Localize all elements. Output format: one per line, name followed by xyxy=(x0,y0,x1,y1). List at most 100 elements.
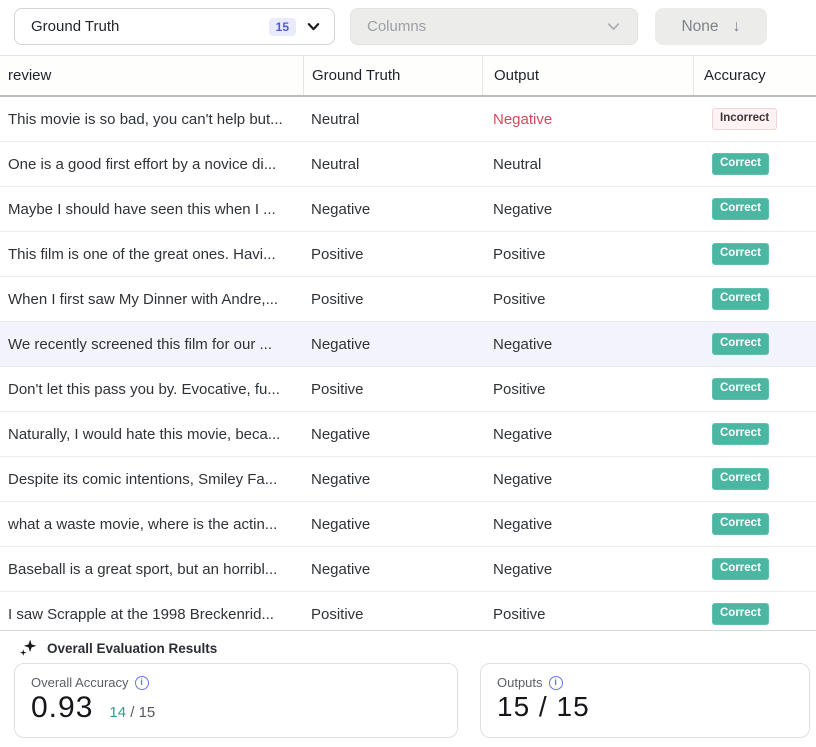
ground-truth-cell: Negative xyxy=(303,201,482,218)
results-table: review Ground Truth Output Accuracy This… xyxy=(0,56,816,630)
review-cell: This movie is so bad, you can't help but… xyxy=(0,111,303,128)
review-cell: Baseball is a great sport, but an horrib… xyxy=(0,561,303,578)
accuracy-cell: Correct xyxy=(693,513,816,535)
accuracy-cell: Correct xyxy=(693,153,816,175)
accuracy-cell: Correct xyxy=(693,243,816,265)
output-cell: Negative xyxy=(482,201,693,218)
sparkles-icon xyxy=(18,638,38,658)
accuracy-badge: Correct xyxy=(712,243,769,265)
chevron-down-icon xyxy=(306,19,321,34)
output-cell: Negative xyxy=(482,336,693,353)
sort-button-label: None xyxy=(681,18,718,36)
review-cell: I saw Scrapple at the 1998 Breckenrid... xyxy=(0,606,303,623)
overall-accuracy-value: 0.93 xyxy=(31,691,93,725)
output-cell: Negative xyxy=(482,516,693,533)
column-header-output[interactable]: Output xyxy=(482,56,693,95)
output-cell: Negative xyxy=(482,471,693,488)
accuracy-cell: Correct xyxy=(693,468,816,490)
review-cell: what a waste movie, where is the actin..… xyxy=(0,516,303,533)
review-cell: Maybe I should have seen this when I ... xyxy=(0,201,303,218)
column-header-ground-truth[interactable]: Ground Truth xyxy=(303,56,482,95)
review-cell: When I first saw My Dinner with Andre,..… xyxy=(0,291,303,308)
table-body: This movie is so bad, you can't help but… xyxy=(0,97,816,630)
overall-accuracy-label: Overall Accuracy xyxy=(31,675,129,690)
accuracy-cell: Correct xyxy=(693,288,816,310)
review-cell: Naturally, I would hate this movie, beca… xyxy=(0,426,303,443)
outputs-card: Outputs i 15 / 15 xyxy=(480,663,810,738)
accuracy-badge: Correct xyxy=(712,423,769,445)
outputs-value: 15 / 15 xyxy=(497,691,590,723)
accuracy-badge: Correct xyxy=(712,198,769,220)
review-cell: Despite its comic intentions, Smiley Fa.… xyxy=(0,471,303,488)
info-icon[interactable]: i xyxy=(135,676,149,690)
output-cell: Positive xyxy=(482,381,693,398)
column-header-review[interactable]: review xyxy=(0,56,303,95)
ground-truth-cell: Negative xyxy=(303,471,482,488)
ground-truth-cell: Neutral xyxy=(303,111,482,128)
overall-results-panel: Overall Evaluation Results Overall Accur… xyxy=(0,630,816,747)
output-cell: Positive xyxy=(482,291,693,308)
output-cell: Negative xyxy=(482,111,693,128)
ground-truth-select-value: Ground Truth xyxy=(31,18,269,35)
table-row[interactable]: One is a good first effort by a novice d… xyxy=(0,142,816,187)
review-cell: We recently screened this film for our .… xyxy=(0,336,303,353)
accuracy-badge: Correct xyxy=(712,333,769,355)
accuracy-denominator: 15 xyxy=(139,704,156,721)
columns-select-placeholder: Columns xyxy=(367,18,606,35)
ground-truth-cell: Negative xyxy=(303,561,482,578)
table-header-row: review Ground Truth Output Accuracy xyxy=(0,56,816,97)
ground-truth-cell: Positive xyxy=(303,381,482,398)
table-row[interactable]: Don't let this pass you by. Evocative, f… xyxy=(0,367,816,412)
accuracy-numerator: 14 xyxy=(109,704,126,721)
accuracy-badge: Correct xyxy=(712,153,769,175)
accuracy-cell: Incorrect xyxy=(693,108,816,130)
overall-results-title: Overall Evaluation Results xyxy=(47,641,217,656)
review-cell: This film is one of the great ones. Havi… xyxy=(0,246,303,263)
accuracy-badge: Correct xyxy=(712,603,769,625)
accuracy-fraction: 14 / 15 xyxy=(109,704,155,721)
ground-truth-cell: Positive xyxy=(303,246,482,263)
accuracy-badge: Correct xyxy=(712,288,769,310)
table-row[interactable]: Naturally, I would hate this movie, beca… xyxy=(0,412,816,457)
review-cell: Don't let this pass you by. Evocative, f… xyxy=(0,381,303,398)
outputs-denominator: 15 xyxy=(557,691,590,722)
accuracy-badge: Correct xyxy=(712,513,769,535)
ground-truth-cell: Positive xyxy=(303,606,482,623)
table-row[interactable]: We recently screened this film for our .… xyxy=(0,322,816,367)
accuracy-badge: Incorrect xyxy=(712,108,777,130)
table-row[interactable]: what a waste movie, where is the actin..… xyxy=(0,502,816,547)
accuracy-badge: Correct xyxy=(712,558,769,580)
ground-truth-cell: Negative xyxy=(303,336,482,353)
ground-truth-select[interactable]: Ground Truth 15 xyxy=(14,8,335,45)
accuracy-cell: Correct xyxy=(693,198,816,220)
column-header-accuracy[interactable]: Accuracy xyxy=(693,56,816,95)
outputs-label: Outputs xyxy=(497,675,543,690)
ground-truth-cell: Negative xyxy=(303,516,482,533)
columns-select[interactable]: Columns xyxy=(350,8,638,45)
accuracy-badge: Correct xyxy=(712,468,769,490)
table-row[interactable]: When I first saw My Dinner with Andre,..… xyxy=(0,277,816,322)
accuracy-cell: Correct xyxy=(693,423,816,445)
table-row[interactable]: Baseball is a great sport, but an horrib… xyxy=(0,547,816,592)
output-cell: Positive xyxy=(482,606,693,623)
accuracy-cell: Correct xyxy=(693,558,816,580)
accuracy-badge: Correct xyxy=(712,378,769,400)
output-cell: Positive xyxy=(482,246,693,263)
sort-button[interactable]: None ↓ xyxy=(655,8,767,45)
arrow-down-icon: ↓ xyxy=(733,18,741,36)
output-cell: Negative xyxy=(482,426,693,443)
chevron-down-icon xyxy=(606,19,621,34)
info-icon[interactable]: i xyxy=(549,676,563,690)
output-cell: Negative xyxy=(482,561,693,578)
table-row[interactable]: This film is one of the great ones. Havi… xyxy=(0,232,816,277)
accuracy-cell: Correct xyxy=(693,333,816,355)
table-row[interactable]: Despite its comic intentions, Smiley Fa.… xyxy=(0,457,816,502)
table-row[interactable]: This movie is so bad, you can't help but… xyxy=(0,97,816,142)
overall-results-header: Overall Evaluation Results xyxy=(18,638,217,658)
toolbar: Ground Truth 15 Columns None ↓ xyxy=(0,0,816,56)
table-row[interactable]: I saw Scrapple at the 1998 Breckenrid...… xyxy=(0,592,816,630)
accuracy-cell: Correct xyxy=(693,603,816,625)
table-row[interactable]: Maybe I should have seen this when I ...… xyxy=(0,187,816,232)
ground-truth-cell: Negative xyxy=(303,426,482,443)
review-cell: One is a good first effort by a novice d… xyxy=(0,156,303,173)
